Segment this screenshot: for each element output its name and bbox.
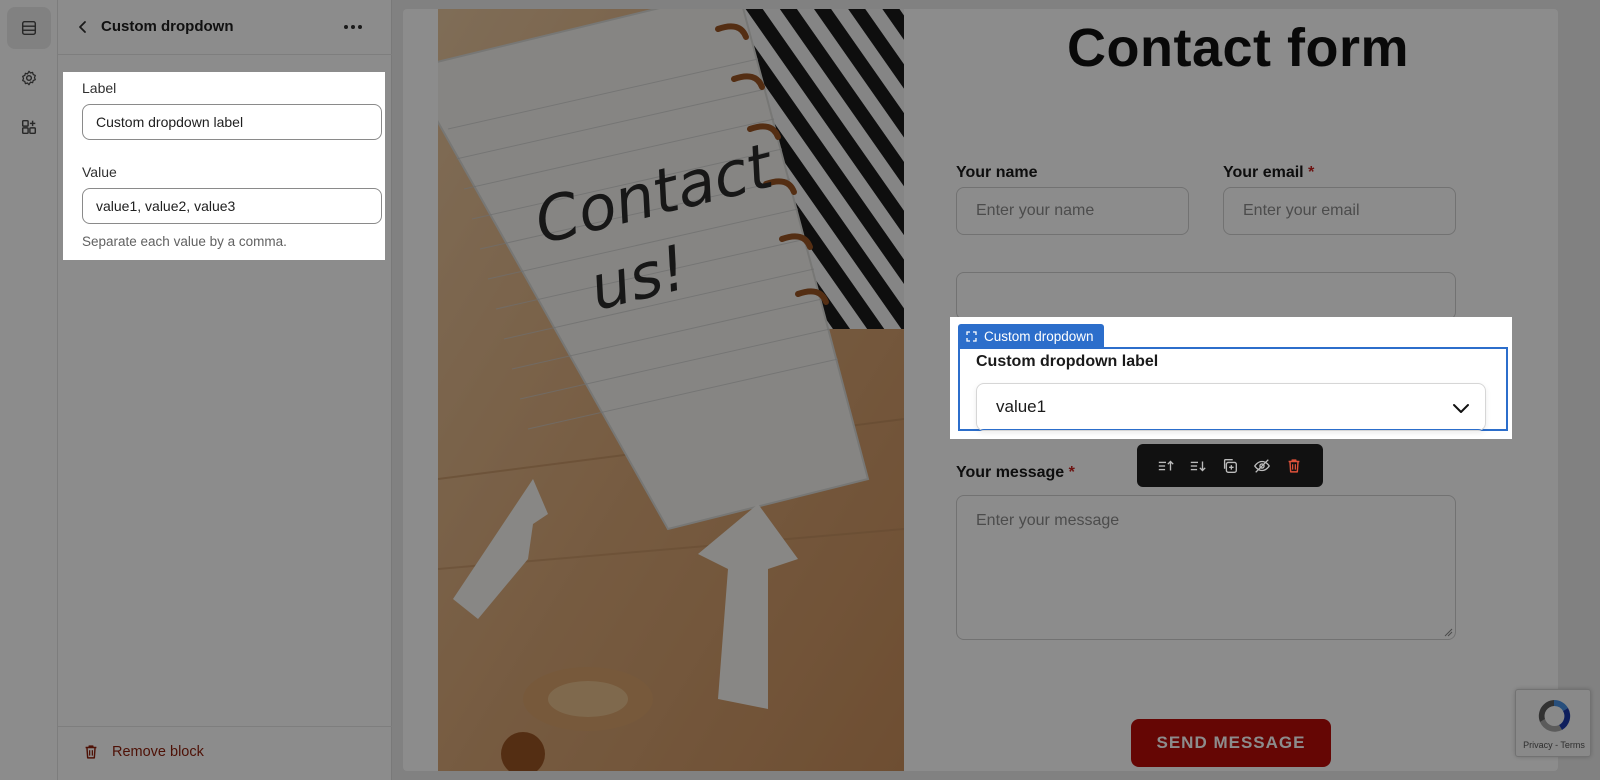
name-input[interactable]: Enter your name xyxy=(956,187,1189,235)
selected-dropdown-block[interactable]: Custom dropdown Custom dropdown label va… xyxy=(950,317,1512,439)
required-mark: * xyxy=(1068,464,1075,481)
value-field-input[interactable]: value1, value2, value3 xyxy=(82,188,382,224)
dropdown-label: Custom dropdown label xyxy=(976,353,1159,370)
gear-icon xyxy=(22,70,36,86)
recaptcha-badge[interactable]: Privacy - Terms xyxy=(1515,689,1591,757)
message-placeholder: Enter your message xyxy=(976,512,1120,529)
icon-rail xyxy=(0,0,58,780)
value-field-value: value1, value2, value3 xyxy=(96,198,236,214)
contact-notebook-image: Contact us! xyxy=(438,9,904,771)
contact-photo: Contact us! xyxy=(438,9,904,771)
apps-button[interactable] xyxy=(7,106,51,148)
apps-add-icon xyxy=(21,119,37,135)
more-options-button[interactable] xyxy=(340,16,366,38)
block-tag-label: Custom dropdown xyxy=(984,328,1094,344)
move-down-icon[interactable] xyxy=(1189,457,1207,475)
label-field-label: Label xyxy=(82,80,117,96)
custom-dropdown-select[interactable]: value1 xyxy=(976,383,1486,431)
panel-title: Custom dropdown xyxy=(101,18,234,35)
email-label-text: Your email xyxy=(1223,164,1304,181)
more-icon-dot xyxy=(351,25,355,29)
chevron-down-icon xyxy=(1453,404,1469,413)
recaptcha-text[interactable]: Privacy - Terms xyxy=(1516,740,1592,750)
block-tag[interactable]: Custom dropdown xyxy=(958,324,1104,348)
more-icon-dot xyxy=(358,25,362,29)
value-field-label: Value xyxy=(82,164,117,180)
dropdown-selected-value: value1 xyxy=(996,397,1047,416)
block-settings-card: Label Custom dropdown label Value value1… xyxy=(63,72,385,260)
sections-icon xyxy=(21,20,37,36)
block-toolbar xyxy=(1137,444,1323,487)
value-help-text: Separate each value by a comma. xyxy=(82,234,287,249)
name-label: Your name xyxy=(956,164,1038,182)
delete-icon[interactable] xyxy=(1285,457,1303,475)
recaptcha-icon xyxy=(1538,699,1571,732)
panel-header: Custom dropdown xyxy=(58,0,392,55)
move-up-icon[interactable] xyxy=(1157,457,1175,475)
email-label: Your email * xyxy=(1223,164,1314,182)
email-placeholder: Enter your email xyxy=(1243,202,1360,219)
message-label: Your message * xyxy=(956,464,1075,482)
required-mark: * xyxy=(1308,164,1315,181)
settings-button[interactable] xyxy=(7,57,51,99)
message-textarea[interactable]: Enter your message xyxy=(956,495,1456,640)
email-input[interactable]: Enter your email xyxy=(1223,187,1456,235)
more-icon xyxy=(344,25,348,29)
hide-icon[interactable] xyxy=(1253,457,1271,475)
panel-footer: Remove block xyxy=(58,726,392,780)
hidden-field-input[interactable] xyxy=(956,272,1456,320)
chevron-left-icon xyxy=(79,21,86,33)
send-message-button[interactable]: SEND MESSAGE xyxy=(1131,719,1331,767)
resize-grip-icon[interactable] xyxy=(1443,627,1453,637)
duplicate-icon[interactable] xyxy=(1221,457,1239,475)
label-field-value: Custom dropdown label xyxy=(96,114,244,130)
trash-icon xyxy=(85,745,97,759)
back-button[interactable] xyxy=(72,16,94,38)
sections-button[interactable] xyxy=(7,7,51,49)
remove-block-label: Remove block xyxy=(112,744,204,760)
name-label-text: Your name xyxy=(956,164,1038,181)
select-frame-icon xyxy=(966,330,977,342)
name-placeholder: Enter your name xyxy=(976,202,1095,219)
form-title: Contact form xyxy=(1067,18,1409,78)
message-label-text: Your message xyxy=(956,464,1065,481)
remove-block-button[interactable]: Remove block xyxy=(82,743,204,761)
label-field-input[interactable]: Custom dropdown label xyxy=(82,104,382,140)
